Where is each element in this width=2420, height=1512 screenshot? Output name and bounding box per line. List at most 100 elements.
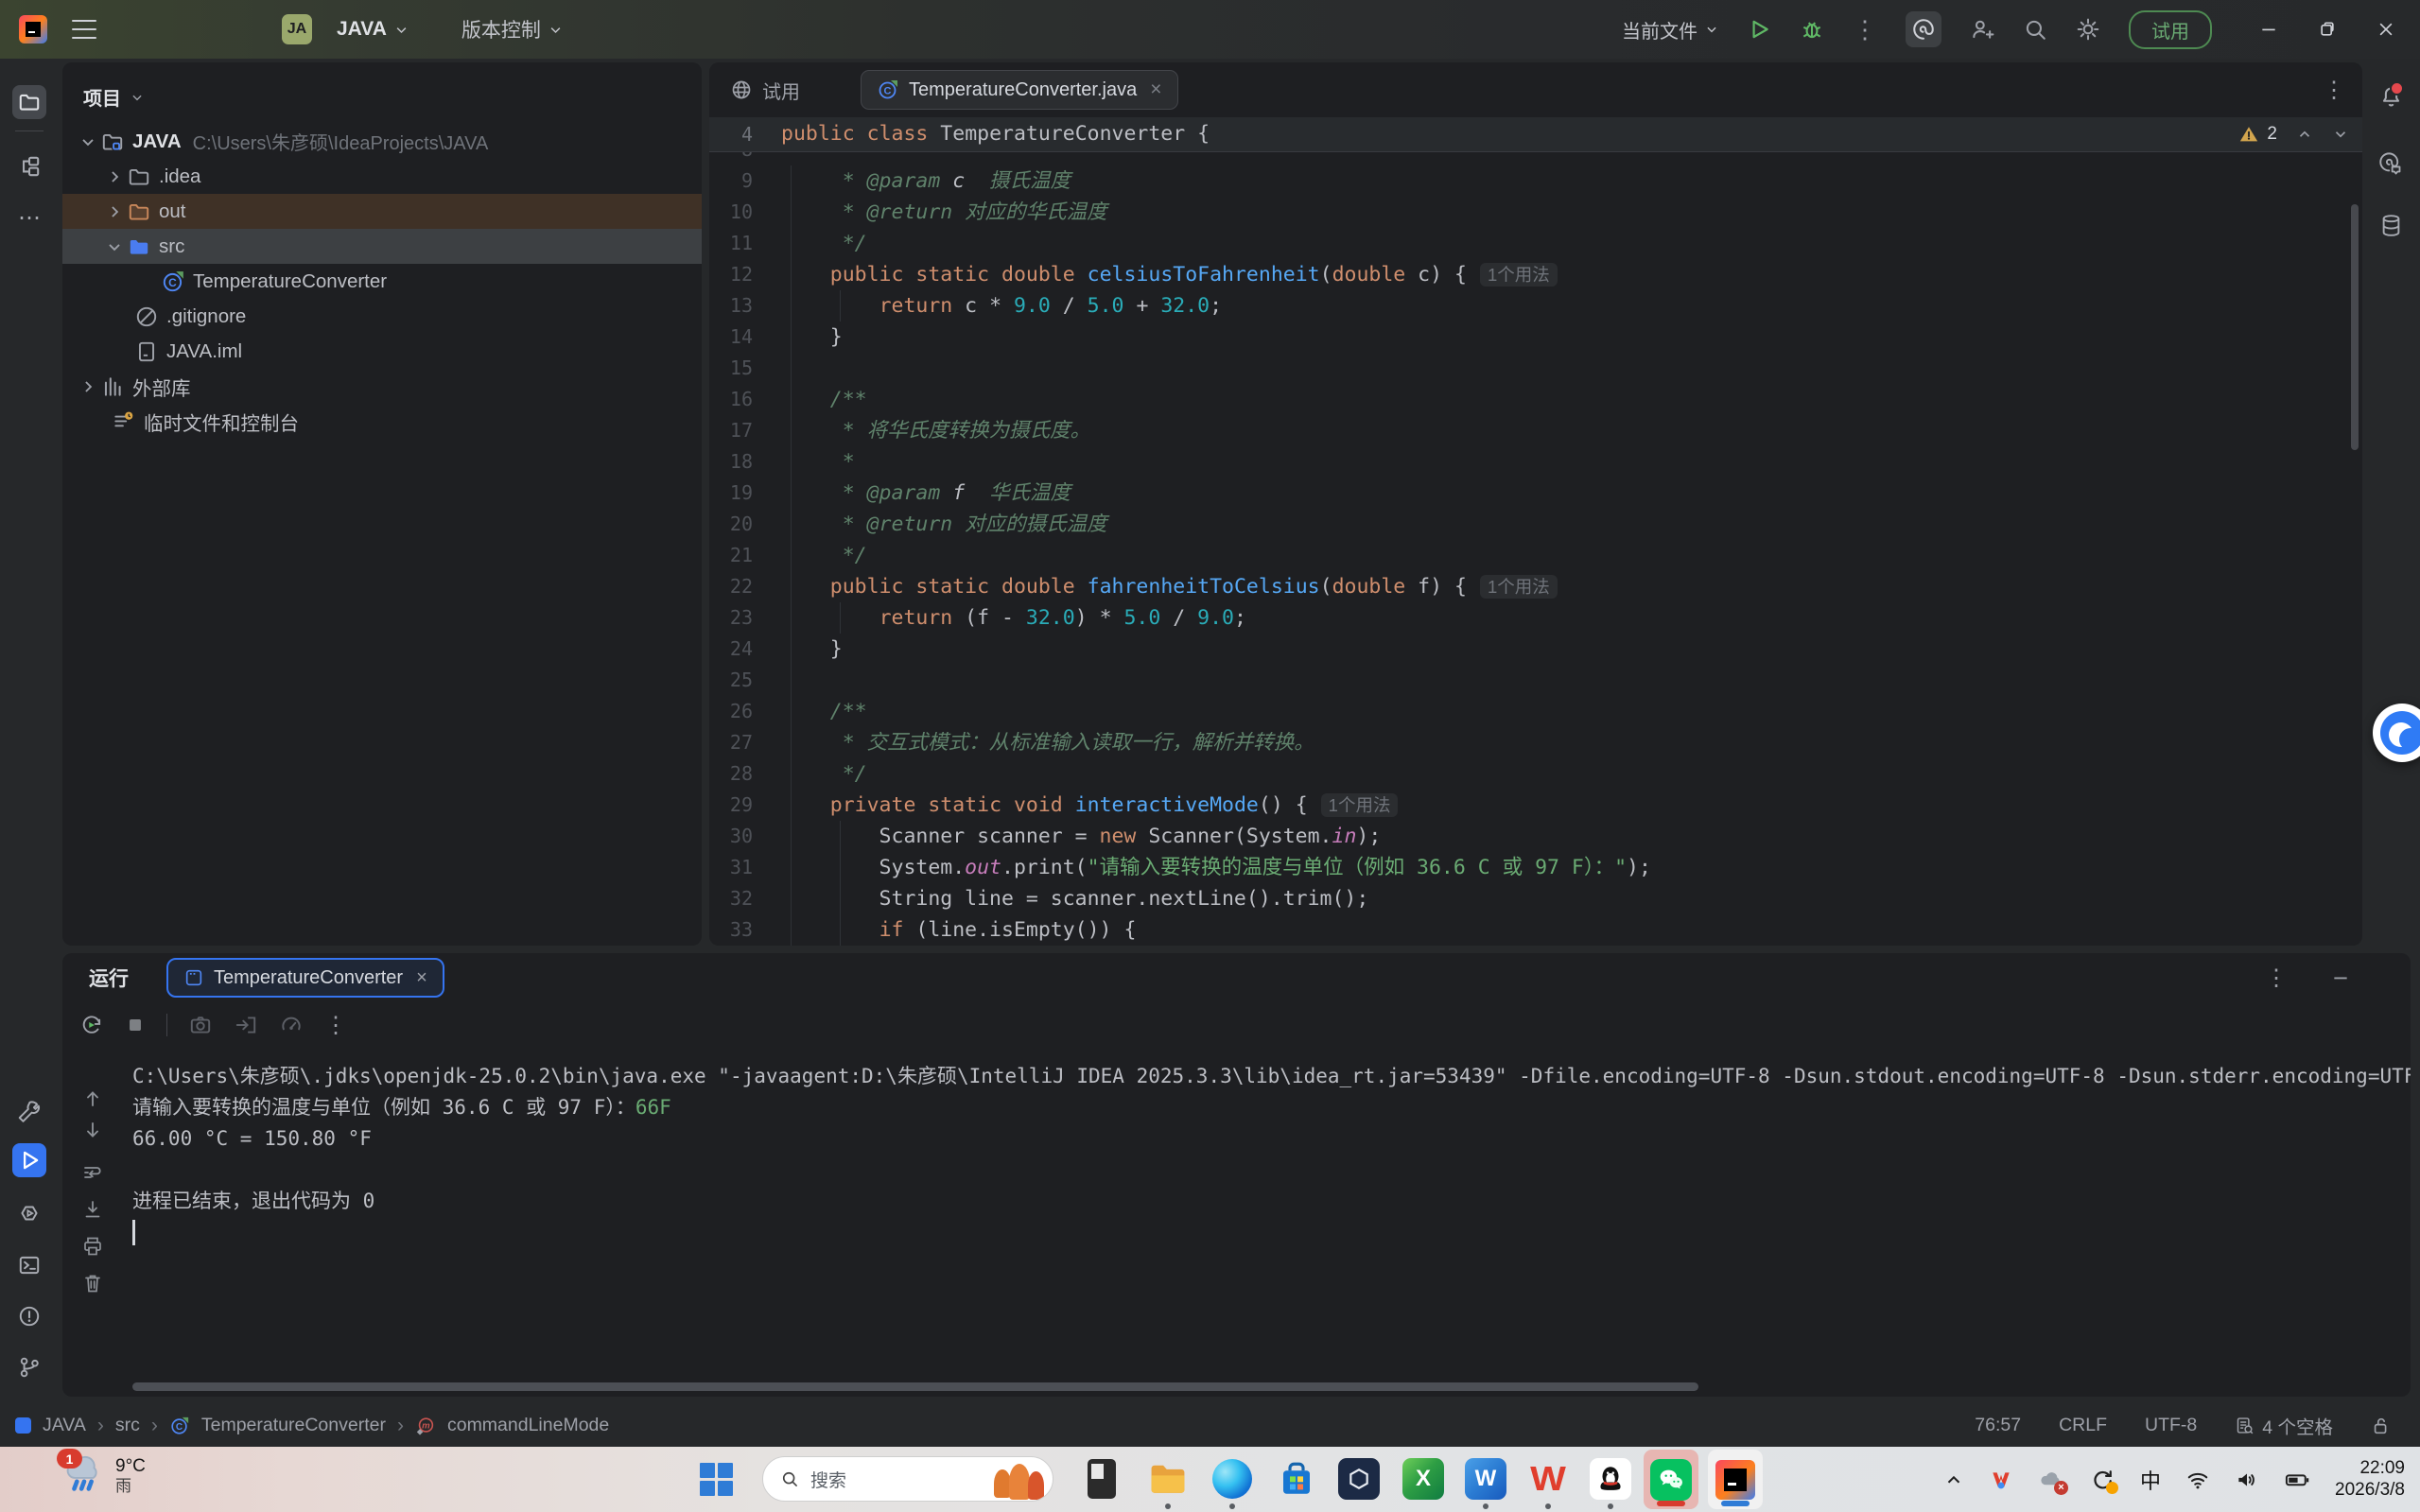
usages-inlay-hint[interactable]: 1个用法	[1321, 793, 1399, 817]
usages-inlay-hint[interactable]: 1个用法	[1480, 263, 1558, 287]
sync-icon[interactable]	[2089, 1467, 2115, 1493]
taskbar-edge[interactable]	[1210, 1457, 1254, 1501]
thread-dump-button[interactable]	[188, 1013, 213, 1037]
restore-button[interactable]	[2318, 20, 2337, 39]
git-tool-button[interactable]	[12, 1350, 46, 1384]
trial-button[interactable]: 试用	[2129, 10, 2212, 49]
taskbar-device-app[interactable]	[1080, 1457, 1123, 1501]
database-tool-button[interactable]	[2374, 208, 2408, 242]
close-run-tab-icon[interactable]: ×	[416, 967, 427, 989]
code-line-15[interactable]: 15	[709, 353, 2362, 384]
taskbar-dark-app[interactable]	[1337, 1457, 1381, 1501]
tree-item-out[interactable]: out	[62, 194, 702, 229]
console-horizontal-scrollbar[interactable]	[132, 1382, 1698, 1391]
breadcrumb-class[interactable]: TemperatureConverter	[201, 1415, 386, 1436]
services-tool-button[interactable]	[12, 1196, 46, 1230]
tree-item-外部库[interactable]: 外部库	[62, 369, 702, 404]
editor-vertical-scrollbar[interactable]	[2351, 204, 2359, 450]
code-line-10[interactable]: 10 * @return 对应的华氏温度	[709, 197, 2362, 228]
code-line-32[interactable]: 32 String line = scanner.nextLine().trim…	[709, 883, 2362, 914]
chevron-down-icon[interactable]	[102, 235, 127, 258]
project-avatar[interactable]: JA	[282, 14, 312, 44]
down-stacktrace-icon[interactable]	[79, 1117, 106, 1143]
weather-widget[interactable]: 1 9°C 雨	[62, 1454, 146, 1498]
caret-position-widget[interactable]: 76:57	[1975, 1415, 2021, 1436]
console-kebab-icon[interactable]: ⋮	[324, 1012, 347, 1039]
tree-item-.gitignore[interactable]: .gitignore	[62, 299, 702, 334]
problems-tool-button[interactable]	[12, 1299, 46, 1333]
soft-wrap-icon[interactable]	[79, 1159, 106, 1186]
debug-button[interactable]	[1800, 17, 1824, 42]
wifi-icon[interactable]	[2185, 1468, 2210, 1492]
tree-item-TemperatureConverter[interactable]: CTemperatureConverter	[62, 264, 702, 299]
minimize-button[interactable]	[2259, 20, 2278, 39]
code-line-27[interactable]: 27 * 交互式模式：从标准输入读取一行，解析并转换。	[709, 727, 2362, 758]
code-line-8[interactable]: 8 *	[709, 152, 2362, 165]
terminal-tool-button[interactable]	[12, 1248, 46, 1282]
code-line-28[interactable]: 28 */	[709, 758, 2362, 790]
tree-item-临时文件和控制台[interactable]: 临时文件和控制台	[62, 404, 702, 439]
chevron-right-icon[interactable]	[76, 375, 100, 398]
taskbar-search[interactable]: 搜索	[762, 1456, 1053, 1502]
settings-button[interactable]	[2076, 17, 2100, 42]
code-line-16[interactable]: 16 /**	[709, 384, 2362, 415]
taskbar-microsoft-store[interactable]	[1275, 1457, 1318, 1501]
speaker-icon[interactable]	[2235, 1468, 2259, 1492]
taskbar-intellij-active[interactable]	[1708, 1450, 1763, 1509]
rerun-button[interactable]	[79, 1013, 104, 1037]
scroll-to-end-icon[interactable]	[79, 1196, 106, 1223]
tree-item-JAVA[interactable]: JAVAC:\Users\朱彦硕\IdeaProjects\JAVA	[62, 124, 702, 159]
more-actions-button[interactable]: ⋮	[1853, 15, 1877, 44]
active-file-tab[interactable]: C TemperatureConverter.java ×	[861, 70, 1178, 110]
commit-tool-button[interactable]	[12, 149, 46, 183]
code-line-18[interactable]: 18 *	[709, 446, 2362, 478]
taskbar-clock[interactable]: 22:09 2026/3/8	[2335, 1458, 2405, 1502]
code-line-26[interactable]: 26 /**	[709, 696, 2362, 727]
code-with-me-button[interactable]	[1970, 17, 1994, 42]
code-line-9[interactable]: 9 * @param c 摄氏温度	[709, 165, 2362, 197]
code-line-21[interactable]: 21 */	[709, 540, 2362, 571]
tree-item-JAVA.iml[interactable]: JAVA.iml	[62, 334, 702, 369]
next-problem-icon[interactable]	[2332, 126, 2349, 143]
code-line-31[interactable]: 31 System.out.print("请输入要转换的温度与单位（例如 36.…	[709, 852, 2362, 883]
tree-item-src[interactable]: src	[62, 229, 702, 264]
indent-widget[interactable]: 4 个空格	[2235, 1412, 2333, 1439]
ime-indicator[interactable]: 中	[2140, 1465, 2161, 1495]
chevron-right-icon[interactable]	[102, 200, 127, 223]
up-stacktrace-icon[interactable]	[79, 1086, 106, 1112]
attach-debugger-button[interactable]	[234, 1013, 258, 1037]
code-line-17[interactable]: 17 * 将华氏度转换为摄氏度。	[709, 415, 2362, 446]
code-line-14[interactable]: 14 }	[709, 322, 2362, 353]
print-icon[interactable]	[79, 1233, 106, 1260]
code-line-30[interactable]: 30 Scanner scanner = new Scanner(System.…	[709, 821, 2362, 852]
more-tool-windows-button[interactable]: ⋯	[12, 200, 46, 235]
project-tool-button[interactable]	[12, 85, 46, 119]
ai-assistant-button[interactable]	[1906, 11, 1941, 47]
chevron-right-icon[interactable]	[102, 165, 127, 188]
profiler-button[interactable]	[279, 1013, 304, 1037]
project-panel-header[interactable]: 项目	[62, 62, 702, 124]
cloud-sync-error-icon[interactable]: ×	[2038, 1467, 2064, 1493]
code-line-33[interactable]: 33 if (line.isEmpty()) {	[709, 914, 2362, 946]
build-tool-button[interactable]	[12, 1094, 46, 1128]
run-configuration-selector[interactable]: 当前文件	[1622, 16, 1718, 43]
code-line-11[interactable]: 11 */	[709, 228, 2362, 259]
notifications-bell-icon[interactable]	[2374, 79, 2408, 113]
tree-item-.idea[interactable]: .idea	[62, 159, 702, 194]
ai-chat-tool-button[interactable]	[2374, 146, 2408, 180]
taskbar-wps[interactable]: W	[1526, 1457, 1570, 1501]
code-area[interactable]: 8 *9 * @param c 摄氏温度10 * @return 对应的华氏温度…	[709, 152, 2362, 946]
code-line-25[interactable]: 25	[709, 665, 2362, 696]
hide-tool-window-icon[interactable]	[2331, 968, 2350, 987]
chevron-down-icon[interactable]	[76, 130, 100, 153]
vcs-widget[interactable]: 版本控制	[461, 15, 563, 43]
run-tool-button[interactable]	[12, 1143, 46, 1177]
breadcrumb-module[interactable]: JAVA	[43, 1415, 86, 1436]
battery-icon[interactable]	[2284, 1467, 2310, 1493]
encoding-widget[interactable]: UTF-8	[2145, 1415, 2197, 1436]
code-line-23[interactable]: 23 return (f - 32.0) * 5.0 / 9.0;	[709, 602, 2362, 634]
close-button[interactable]	[2376, 20, 2395, 39]
code-line-20[interactable]: 20 * @return 对应的摄氏温度	[709, 509, 2362, 540]
code-line-19[interactable]: 19 * @param f 华氏温度	[709, 478, 2362, 509]
unlocked-icon[interactable]	[2371, 1416, 2392, 1436]
